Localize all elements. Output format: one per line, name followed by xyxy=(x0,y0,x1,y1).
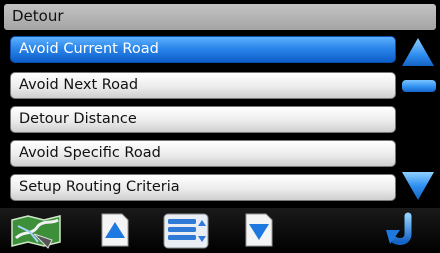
page-down-icon xyxy=(245,213,273,247)
menu-item-label: Detour Distance xyxy=(19,111,137,127)
list-icon xyxy=(163,213,209,249)
page-up-icon xyxy=(101,213,129,247)
title-bar: Detour xyxy=(4,4,436,30)
back-arrow-icon xyxy=(386,212,412,245)
scroll-up-button[interactable] xyxy=(400,36,436,70)
scroll-thumb[interactable] xyxy=(402,80,436,92)
page-down-button[interactable] xyxy=(244,212,274,248)
menu-item-avoid-current-road[interactable]: Avoid Current Road xyxy=(10,36,396,63)
menu-item-label: Avoid Specific Road xyxy=(19,145,161,161)
menu-item-avoid-next-road[interactable]: Avoid Next Road xyxy=(10,72,396,99)
menu-item-detour-distance[interactable]: Detour Distance xyxy=(10,106,396,133)
list-button[interactable] xyxy=(162,212,210,250)
map-button[interactable] xyxy=(8,212,64,250)
detour-screen: Detour Avoid Current Road Avoid Next Roa… xyxy=(0,0,440,253)
map-icon xyxy=(11,215,61,249)
menu-item-label: Avoid Next Road xyxy=(19,77,139,93)
triangle-up-icon xyxy=(402,38,434,66)
page-up-button[interactable] xyxy=(100,212,130,248)
page-title: Detour xyxy=(12,7,64,25)
triangle-down-icon xyxy=(402,172,434,200)
menu-item-label: Setup Routing Criteria xyxy=(19,179,180,195)
bottom-toolbar xyxy=(0,208,440,253)
back-button[interactable] xyxy=(384,212,424,250)
menu-item-label: Avoid Current Road xyxy=(19,41,159,57)
scroll-down-button[interactable] xyxy=(400,168,436,202)
menu-item-setup-routing-criteria[interactable]: Setup Routing Criteria xyxy=(10,174,396,201)
menu-item-avoid-specific-road[interactable]: Avoid Specific Road xyxy=(10,140,396,167)
